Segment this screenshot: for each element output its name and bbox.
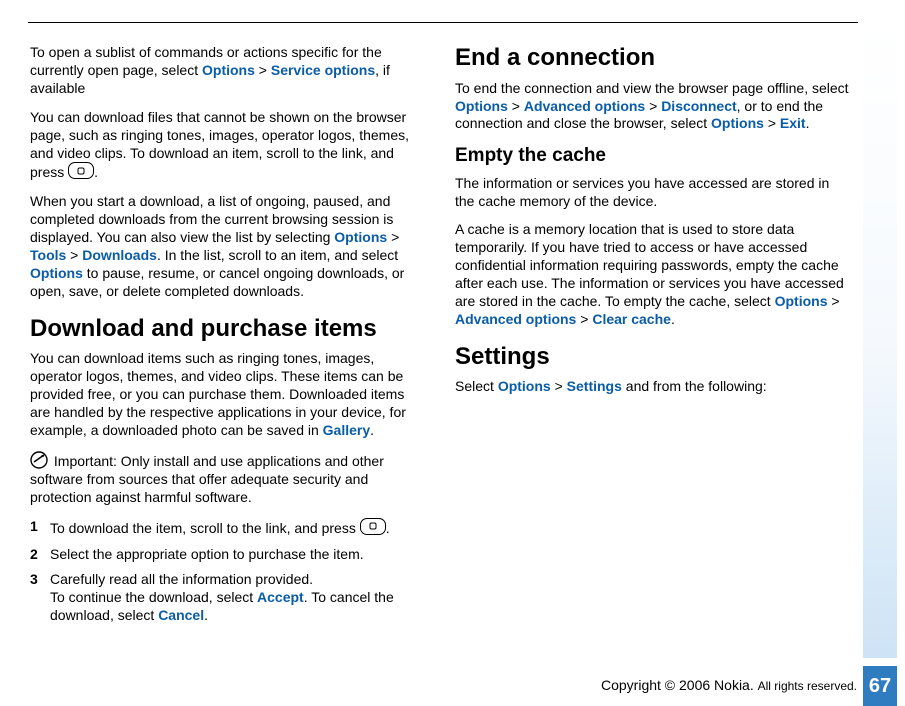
list-item: 3 Carefully read all the information pro…	[30, 571, 427, 625]
kw-accept: Accept	[257, 589, 304, 605]
important-icon	[30, 451, 48, 469]
kw-gallery: Gallery	[323, 422, 370, 438]
kw-advanced-options: Advanced options	[524, 98, 645, 114]
kw-options: Options	[30, 265, 83, 281]
page: Services To open a sublist of commands o…	[0, 0, 905, 706]
body-text: To open a sublist of commands or actions…	[30, 44, 852, 644]
paragraph: To end the connection and view the brows…	[455, 80, 852, 134]
paragraph: To open a sublist of commands or actions…	[30, 44, 427, 98]
side-tab-label: Services	[901, 75, 905, 159]
top-rule	[28, 22, 858, 23]
kw-settings: Settings	[567, 378, 622, 394]
paragraph: The information or services you have acc…	[455, 175, 852, 211]
selection-key-icon	[68, 162, 94, 179]
kw-options: Options	[498, 378, 551, 394]
kw-options: Options	[711, 115, 764, 131]
paragraph: A cache is a memory location that is use…	[455, 221, 852, 328]
kw-disconnect: Disconnect	[661, 98, 736, 114]
paragraph: When you start a download, a list of ong…	[30, 193, 427, 300]
important-note: Important: Only install and use applicat…	[30, 451, 427, 507]
kw-options: Options	[455, 98, 508, 114]
step-number: 2	[30, 546, 50, 564]
heading-empty-cache: Empty the cache	[455, 144, 852, 168]
heading-settings: Settings	[455, 343, 852, 371]
footer: Copyright © 2006 Nokia. All rights reser…	[0, 677, 857, 693]
kw-advanced-options: Advanced options	[455, 311, 576, 327]
kw-service-options: Service options	[271, 62, 375, 78]
side-tab	[863, 24, 897, 658]
kw-options: Options	[775, 293, 828, 309]
kw-options: Options	[334, 229, 387, 245]
paragraph: You can download items such as ringing t…	[30, 350, 427, 440]
list-item: 1 To download the item, scroll to the li…	[30, 518, 427, 538]
kw-tools: Tools	[30, 247, 66, 263]
kw-exit: Exit	[780, 115, 806, 131]
kw-downloads: Downloads	[82, 247, 157, 263]
paragraph: You can download files that cannot be sh…	[30, 109, 427, 183]
heading-download: Download and purchase items	[30, 315, 427, 343]
kw-cancel: Cancel	[158, 607, 204, 623]
step-number: 3	[30, 571, 50, 625]
paragraph: Select Options > Settings and from the f…	[455, 378, 852, 396]
rights-reserved: All rights reserved.	[758, 679, 857, 693]
selection-key-icon	[360, 518, 386, 535]
kw-options: Options	[202, 62, 255, 78]
heading-end-connection: End a connection	[455, 44, 852, 72]
copyright: Copyright © 2006 Nokia.	[601, 677, 754, 693]
kw-clear-cache: Clear cache	[592, 311, 671, 327]
list-item: 2 Select the appropriate option to purch…	[30, 546, 427, 564]
step-number: 1	[30, 518, 50, 538]
page-number: 67	[863, 666, 897, 706]
